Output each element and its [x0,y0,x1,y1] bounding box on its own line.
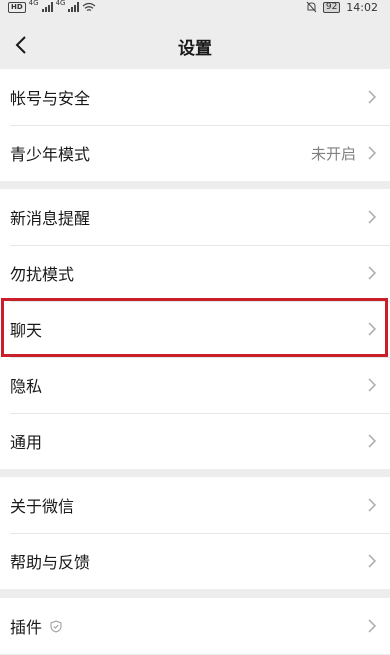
settings-item-label: 青少年模式 [10,145,91,164]
settings-group-about: 关于微信 帮助与反馈 [0,477,390,589]
chevron-right-icon [368,266,377,280]
chevron-right-icon [368,378,377,392]
settings-item-plugins[interactable]: 插件 [0,598,390,654]
settings-item-label: 勿扰模式 [10,265,75,284]
settings-item-help-feedback[interactable]: 帮助与反馈 [0,533,390,589]
settings-group-account: 帐号与安全 青少年模式 未开启 [0,69,390,181]
settings-item-about-wechat[interactable]: 关于微信 [0,477,390,533]
mute-bell-icon [306,1,317,13]
shield-icon [50,619,62,633]
settings-group-plugins: 插件 [0,598,390,654]
settings-item-label: 关于微信 [10,497,75,516]
chevron-right-icon [368,434,377,448]
settings-group-general: 新消息提醒 勿扰模式 聊天 隐私 通用 [0,189,390,469]
wifi-icon [83,2,96,11]
chevron-right-icon [368,322,377,336]
battery-indicator: 92 [322,1,341,13]
chevron-right-icon [368,619,377,633]
network-type-1: 4G [28,0,39,7]
chevron-right-icon [368,498,377,512]
settings-item-chat[interactable]: 聊天 [0,301,390,357]
settings-item-label: 隐私 [10,377,43,396]
settings-item-teen-mode[interactable]: 青少年模式 未开启 [0,125,390,181]
settings-item-privacy[interactable]: 隐私 [0,357,390,413]
status-left: HD 4G 4G [8,0,96,14]
settings-item-label: 通用 [10,433,43,452]
status-bar: HD 4G 4G 92 14:02 [0,0,390,16]
clock: 14:02 [346,0,378,14]
signal-icon [41,2,53,12]
settings-item-label: 新消息提醒 [10,209,91,228]
nav-bar: 设置 [0,22,390,68]
settings-item-label: 插件 [10,618,43,637]
hd-badge: HD [8,1,26,13]
chevron-right-icon [368,554,377,568]
settings-item-do-not-disturb[interactable]: 勿扰模式 [0,245,390,301]
chevron-right-icon [368,90,377,104]
settings-item-label: 帮助与反馈 [10,553,91,572]
settings-item-new-message-alerts[interactable]: 新消息提醒 [0,189,390,245]
status-right: 92 14:02 [306,0,378,14]
page-title: 设置 [178,39,212,59]
settings-item-value: 未开启 [310,144,356,163]
settings-item-general[interactable]: 通用 [0,413,390,469]
settings-item-account-security[interactable]: 帐号与安全 [0,69,390,125]
chevron-right-icon [368,210,377,224]
chevron-right-icon [368,146,377,160]
network-type-2: 4G [55,0,66,7]
signal-icon-2 [68,2,80,12]
settings-item-label: 聊天 [10,321,43,340]
settings-item-label: 帐号与安全 [10,89,91,108]
